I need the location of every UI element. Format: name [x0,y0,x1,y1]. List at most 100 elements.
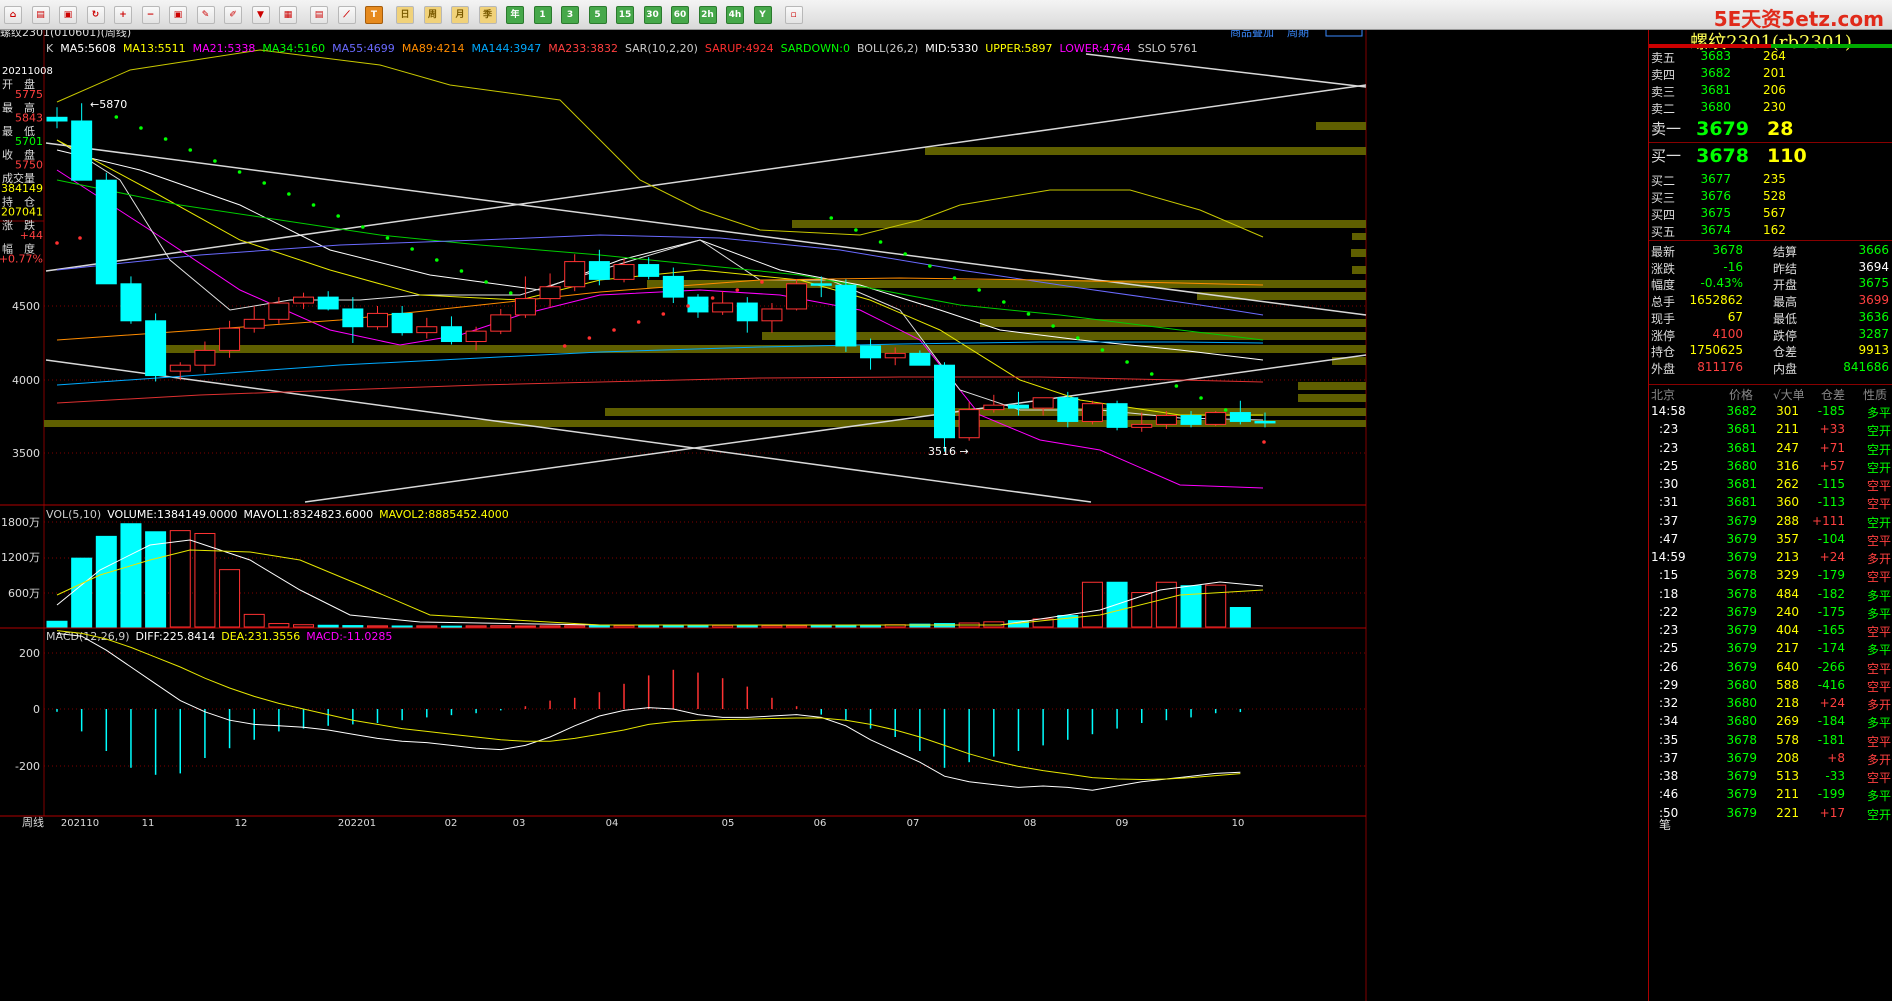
sar-dot [385,236,390,240]
macd-legend-item: DIFF:225.8414 [136,630,216,643]
4h-icon[interactable]: 4h [726,6,744,24]
calc-icon[interactable]: ▫ [784,6,803,24]
day-icon[interactable]: 日 [396,6,414,24]
volume-profile-band [1316,122,1366,130]
ask-row: 卖五 3683 264 [1649,49,1892,67]
table-icon[interactable]: ▤ [310,6,328,24]
trade-row: :35 3678 578 -181 空平 [1649,733,1892,751]
60min-icon[interactable]: 60 [671,6,689,24]
candle [145,313,167,382]
trade-row: :31 3681 360 -113 空平 [1649,495,1892,513]
info-value: 5775 [15,88,43,101]
trade-volume: 484 [1776,586,1799,601]
folder-icon[interactable]: ▤ [31,6,50,24]
ask-volume: 230 [1763,100,1786,114]
candle-body [366,312,388,328]
1min-icon[interactable]: 1 [533,6,552,24]
home-icon[interactable]: ⌂ [4,6,22,24]
sar-dot [636,320,641,324]
volume-bar [317,624,339,628]
trade-price: 3678 [1726,586,1757,601]
overlay-button[interactable]: 商品叠加 [1230,30,1274,39]
sar-dot [928,264,932,268]
volume-bar [71,557,93,628]
line-chart-icon[interactable]: ⟋ [337,6,356,24]
volume-profile-band [1352,233,1366,240]
info-value: 5750 [15,159,43,172]
season-icon[interactable]: 季 [478,6,497,24]
chart-area[interactable]: ←5870 3516 → K MA5:5608 MA13:5511 MA21:5338 MA… [0,30,1648,1001]
sar-dot [1026,312,1031,316]
month-icon[interactable]: 月 [451,6,469,24]
period-button[interactable]: 周期 [1287,30,1309,39]
trade-row: :37 3679 208 +8 多开 [1649,751,1892,769]
bid-label: 买五 [1651,225,1676,239]
vol-axis-label: 1200万 [1,551,40,564]
draw-icon[interactable]: ✐ [224,6,242,24]
trade-row: :46 3679 211 -199 多平 [1649,787,1892,805]
trade-position-change: -416 [1817,677,1845,692]
candle-body [219,327,241,351]
candle-body [1155,415,1177,425]
trade-row: :15 3678 329 -179 空平 [1649,568,1892,586]
sar-dot [903,252,908,256]
2h-icon[interactable]: 2h [698,6,717,24]
volume-profile-band [1351,249,1366,257]
ask-price: 3681 [1700,83,1731,97]
trade-volume: 513 [1776,769,1799,783]
bid-row: 买三 3676 528 [1649,189,1892,207]
trade-nature: 多平 [1867,643,1892,658]
trade-volume: 211 [1776,787,1799,802]
stat-value: 841686 [1843,359,1889,374]
refresh-icon[interactable]: ↻ [86,6,105,24]
trade-nature: 空平 [1867,734,1892,749]
candle-body [71,120,93,181]
week-icon[interactable]: 周 [423,6,442,24]
time-axis-tick: 05 [722,818,735,829]
y-icon[interactable]: Y [753,6,772,24]
ask-label: 卖三 [1651,85,1676,99]
bid-row: 买一 3678 110 [1649,145,1892,169]
trade-price: 3680 [1726,714,1757,729]
trade-time: :37 [1659,513,1679,528]
volume-bar [391,625,413,628]
bid-price: 3677 [1700,172,1731,186]
filter-icon[interactable]: ▼ [251,6,270,24]
trade-price: 3679 [1726,659,1757,674]
zoom-out-icon[interactable]: − [141,6,160,24]
candle-body [1180,415,1202,425]
bid-volume: 528 [1763,189,1786,203]
year-icon[interactable]: 年 [506,6,524,24]
volume-profile-band [925,147,1366,155]
zoom-in-icon[interactable]: + [114,6,132,24]
time-axis-label: 周线 [22,815,44,829]
volume-bar [268,623,290,628]
stat-label: 开盘 [1773,278,1798,293]
candle [1106,400,1128,431]
stat-value: 9913 [1858,343,1889,358]
trade-volume: 240 [1776,604,1799,619]
5min-icon[interactable]: 5 [588,6,607,24]
trade-position-change: -104 [1817,531,1845,546]
trade-position-change: -175 [1817,604,1845,619]
30min-icon[interactable]: 30 [643,6,662,24]
time-axis-tick: 08 [1024,818,1037,829]
candle [95,172,117,285]
window-icon[interactable]: ▣ [59,6,77,24]
window-icon[interactable]: ▣ [169,6,187,24]
stat-label: 现手 [1651,311,1676,326]
trade-time: :34 [1659,714,1679,729]
stat-label: 跌停 [1773,328,1798,343]
candle-body [120,283,142,322]
ask-price: 3679 [1696,118,1749,140]
grid-icon[interactable]: ▦ [279,6,297,24]
15min-icon[interactable]: 15 [616,6,634,24]
trade-price: 3679 [1726,531,1757,546]
volume-bar [736,625,758,628]
trade-row: :25 3679 217 -174 多平 [1649,641,1892,659]
3min-icon[interactable]: 3 [561,6,579,24]
pen-icon[interactable]: ✎ [196,6,215,24]
time-axis-tick: 03 [513,818,526,829]
candle-body [983,404,1005,411]
tick-icon[interactable]: T [365,6,383,24]
